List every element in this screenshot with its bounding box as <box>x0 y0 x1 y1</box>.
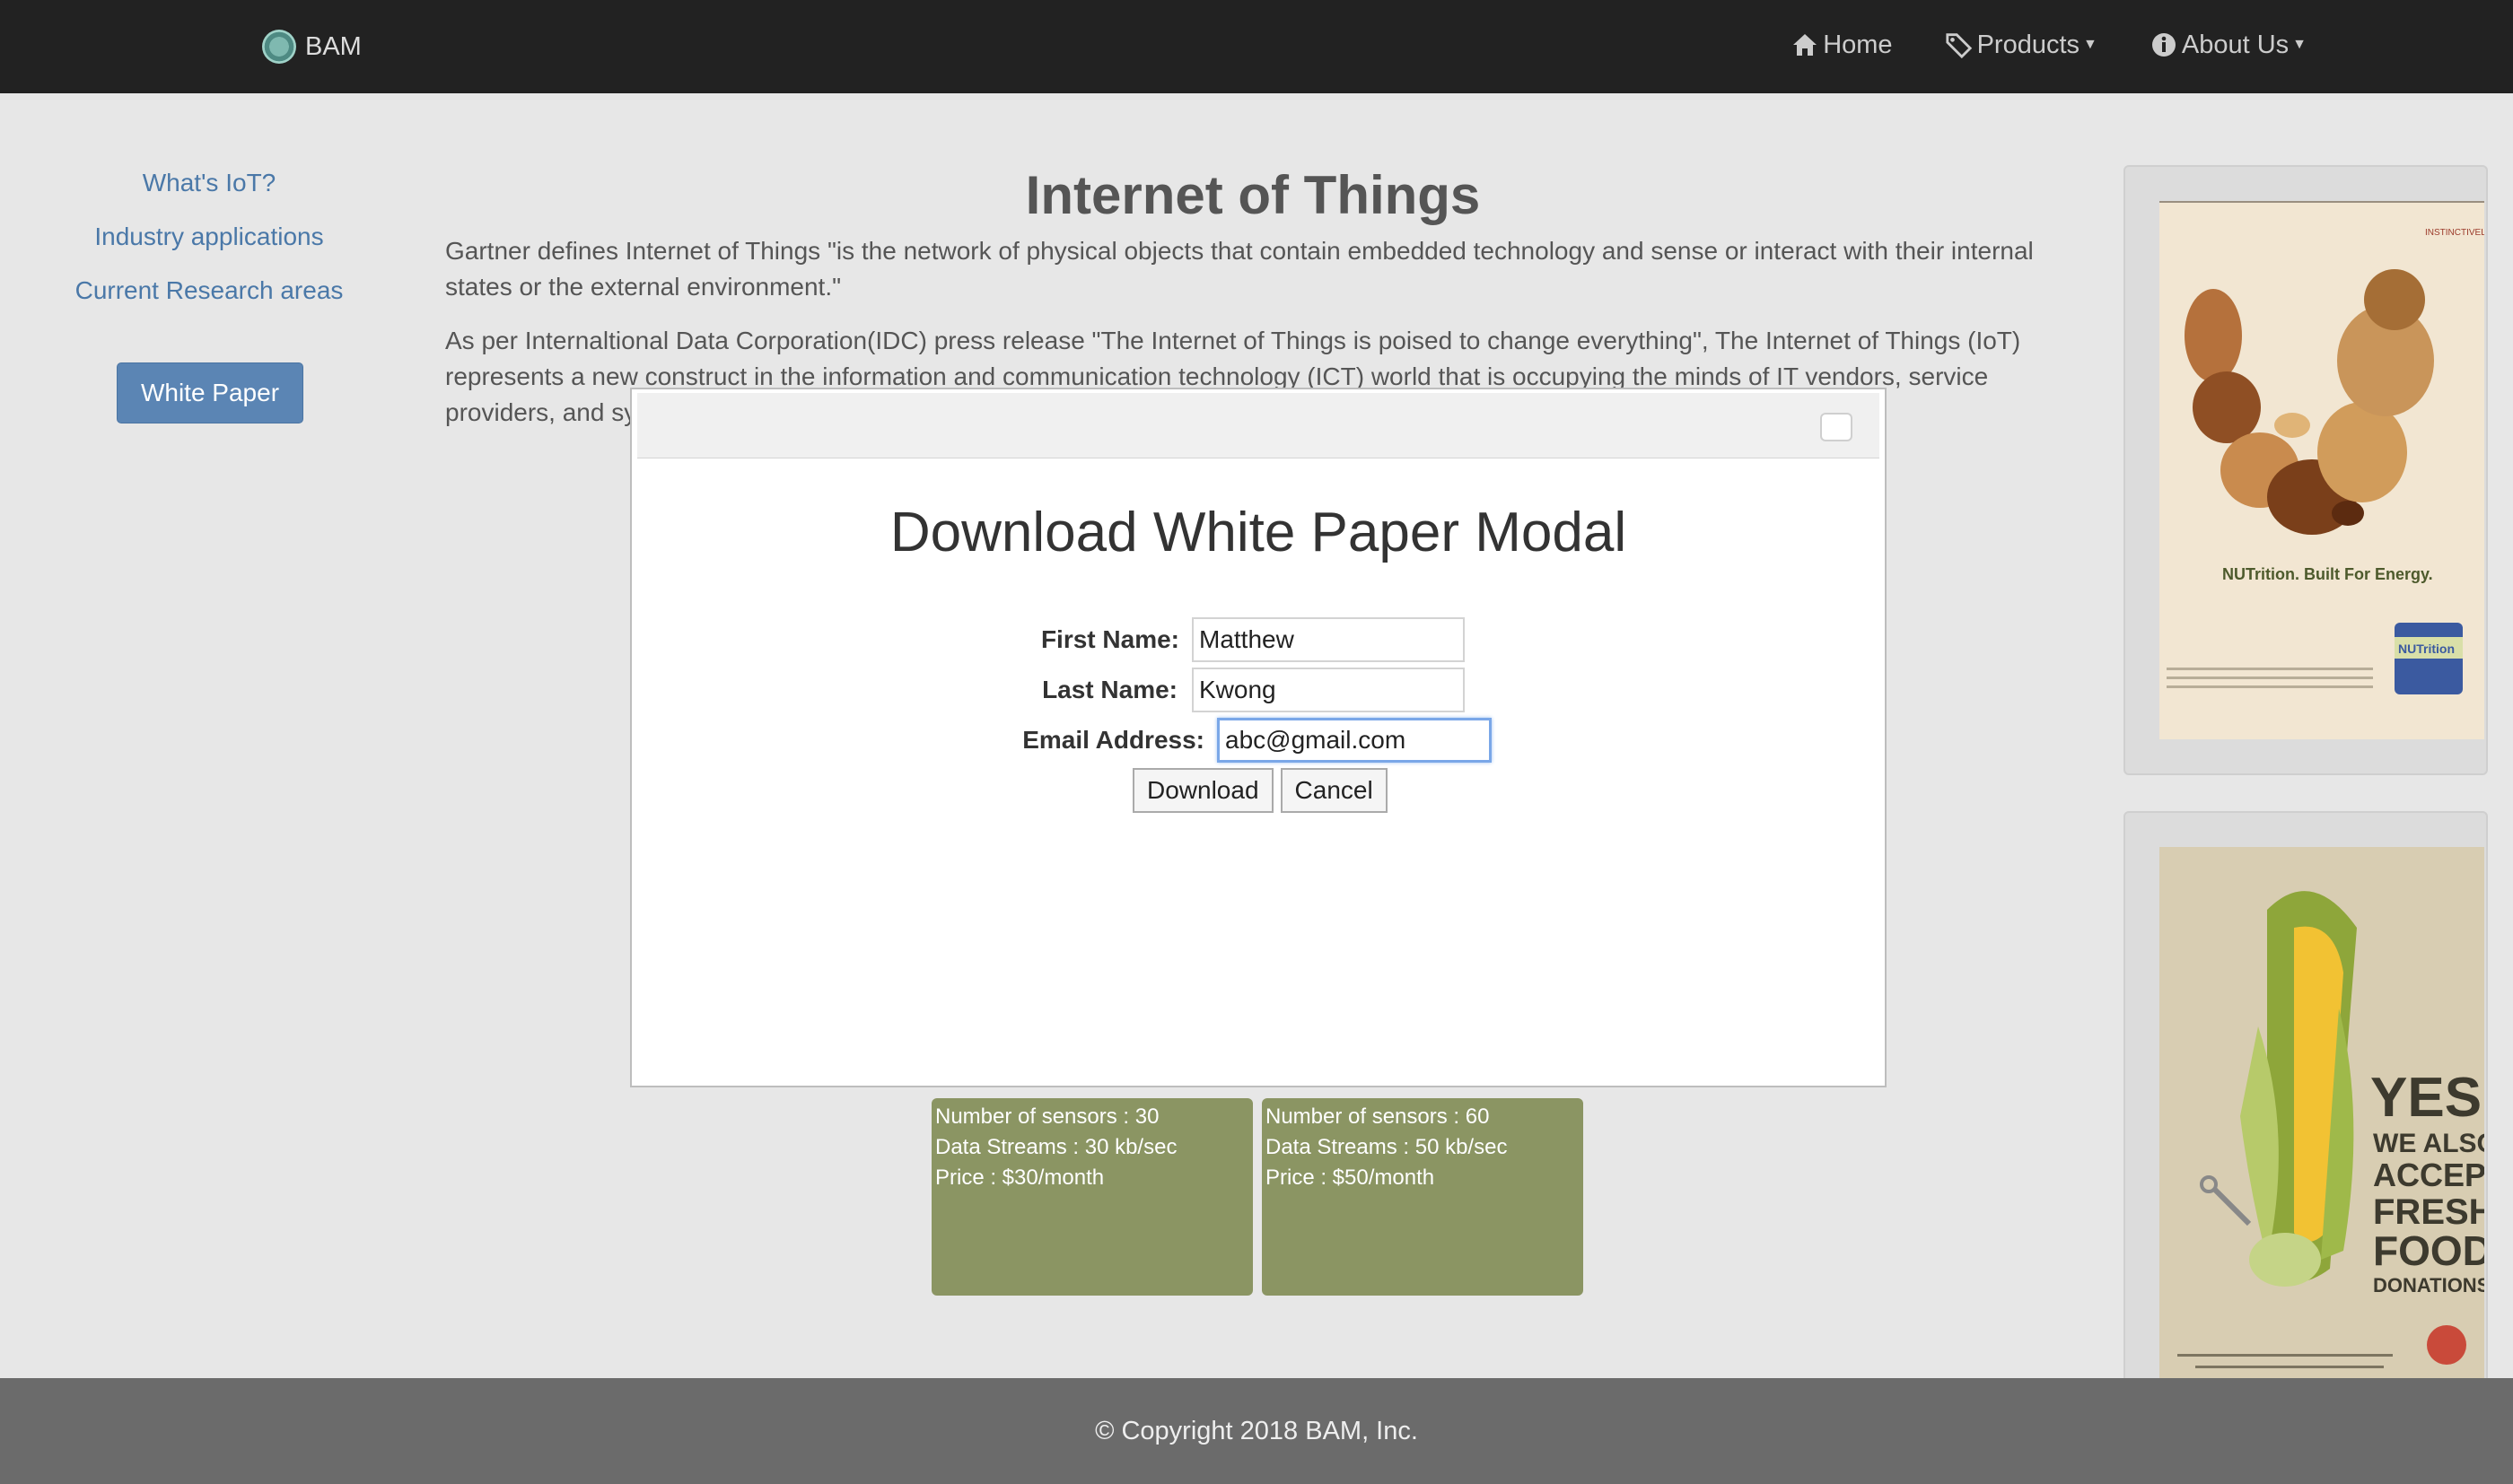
tags-icon <box>1945 31 1974 59</box>
brand-logo-icon <box>262 30 296 64</box>
first-name-input[interactable] <box>1192 617 1465 662</box>
home-icon <box>1791 31 1819 59</box>
ad-line-donations: DONATIONS <box>2373 1274 2484 1296</box>
ad-can-label: NUTrition <box>2398 642 2455 656</box>
last-name-input[interactable] <box>1192 668 1465 712</box>
sidebar-link-whats-iot[interactable]: What's IoT? <box>0 161 418 215</box>
modal-actions: Download Cancel <box>1133 768 1388 813</box>
first-name-label: First Name: <box>1040 625 1179 653</box>
download-white-paper-modal: Download White Paper Modal First Name: L… <box>630 388 1887 1087</box>
ad-panel-food-donations: YES WE ALSO ACCEPT FRESH FOOD DONATIONS <box>2123 811 2488 1385</box>
chevron-down-icon: ▼ <box>2292 37 2307 52</box>
ad-headline: NUTrition. Built For Energy. <box>2222 565 2433 583</box>
ad-line-fresh: FRESH <box>2373 1192 2484 1232</box>
first-name-row: First Name: <box>901 617 1465 662</box>
chevron-down-icon: ▼ <box>2083 37 2097 52</box>
ad-panel-nutrition: INSTINCTIVELY GOOD NUTrition. Built For … <box>2123 165 2488 775</box>
nav-about-label: About Us <box>2181 30 2290 59</box>
info-icon <box>2150 31 2178 59</box>
cancel-button[interactable]: Cancel <box>1280 768 1388 813</box>
last-name-row: Last Name: <box>901 668 1465 712</box>
email-input[interactable] <box>1217 718 1492 763</box>
modal-title: Download White Paper Modal <box>889 502 1627 563</box>
pricing-tile-basic[interactable]: Number of sensors : 30 Data Streams : 30… <box>932 1098 1253 1296</box>
tile-sensors: Number of sensors : 60 <box>1265 1104 1490 1129</box>
sidebar-link-current-research[interactable]: Current Research areas <box>0 269 418 323</box>
nav-about[interactable]: About Us ▼ <box>2150 23 2307 66</box>
ad-brand-text: INSTINCTIVELY GOOD <box>2425 228 2484 238</box>
nav-menu: Home Products ▼ About Us ▼ <box>1791 23 2307 66</box>
ad-line-food: FOOD <box>2373 1227 2484 1274</box>
tile-streams: Data Streams : 30 kb/sec <box>935 1135 1178 1159</box>
tile-sensors: Number of sensors : 30 <box>935 1104 1160 1129</box>
intro-paragraph: Gartner defines Internet of Things "is t… <box>445 237 2034 301</box>
last-name-label: Last Name: <box>1042 676 1178 703</box>
modal-header <box>637 393 1879 458</box>
tile-price: Price : $30/month <box>935 1165 1105 1190</box>
food-donation-ad-image[interactable]: YES WE ALSO ACCEPT FRESH FOOD DONATIONS <box>2159 847 2484 1385</box>
ad-line-we-also: WE ALSO <box>2373 1129 2484 1158</box>
copyright-text: © Copyright 2018 BAM, Inc. <box>1095 1416 1418 1445</box>
sidebar: What's IoT? Industry applications Curren… <box>0 161 418 423</box>
nav-home[interactable]: Home <box>1791 23 1893 66</box>
tile-price: Price : $50/month <box>1265 1165 1435 1190</box>
tile-streams: Data Streams : 50 kb/sec <box>1265 1135 1508 1159</box>
brand-link[interactable]: BAM <box>262 27 362 66</box>
nutrition-ad-image[interactable]: INSTINCTIVELY GOOD NUTrition. Built For … <box>2159 201 2484 739</box>
white-paper-button[interactable]: White Paper <box>117 362 303 423</box>
brand-name: BAM <box>305 31 362 61</box>
email-row: Email Address: <box>901 718 1492 763</box>
nav-products[interactable]: Products ▼ <box>1945 23 2097 66</box>
sidebar-link-industry-applications[interactable]: Industry applications <box>0 215 418 269</box>
nav-home-label: Home <box>1823 30 1893 59</box>
download-button[interactable]: Download <box>1133 768 1274 813</box>
pricing-tile-premium[interactable]: Number of sensors : 60 Data Streams : 50… <box>1262 1098 1583 1296</box>
page-title: Internet of Things <box>1025 165 1481 225</box>
navbar: BAM Home Products ▼ About Us ▼ <box>0 0 2513 93</box>
email-label: Email Address: <box>1022 726 1204 754</box>
ad-line-yes: YES <box>2370 1067 2482 1129</box>
footer: © Copyright 2018 BAM, Inc. <box>0 1378 2513 1484</box>
ad-line-accept: ACCEPT <box>2373 1157 2484 1193</box>
nav-products-label: Products <box>1976 30 2080 59</box>
modal-close-button[interactable] <box>1820 413 1852 441</box>
